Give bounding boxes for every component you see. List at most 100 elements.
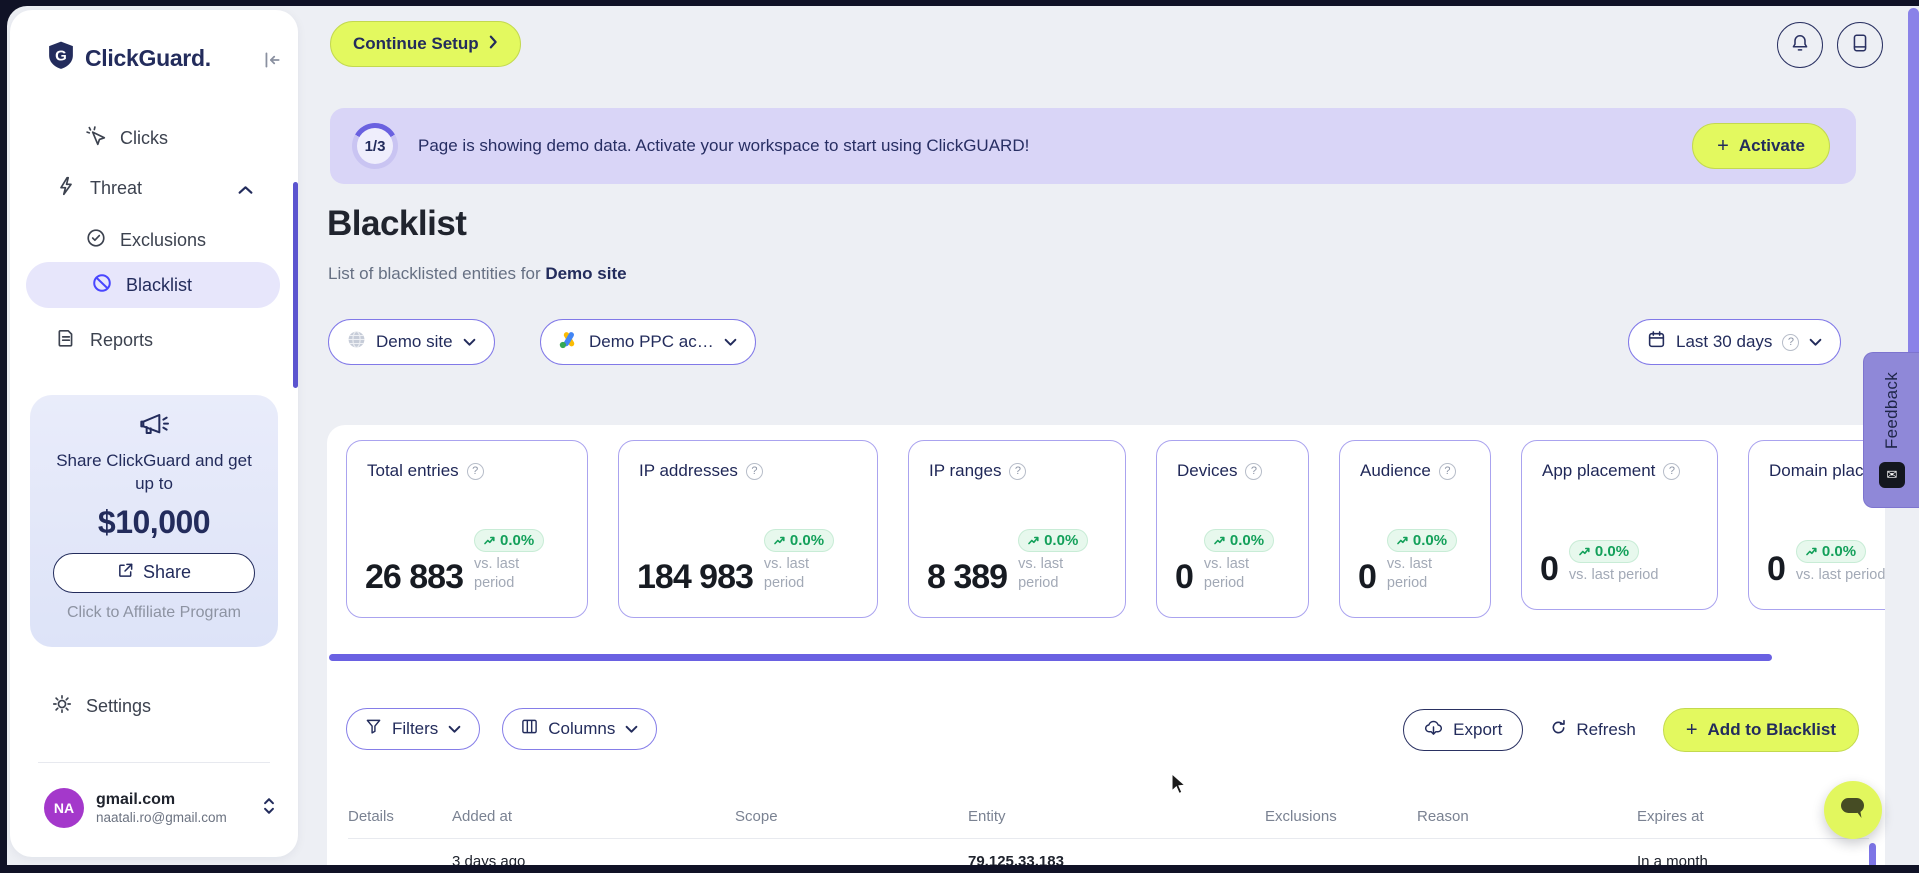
external-link-icon [117,562,134,584]
activate-button-label: Activate [1738,136,1805,155]
table-vertical-scrollbar[interactable] [1869,843,1876,865]
sidebar-item-blacklist[interactable]: Blacklist [26,262,280,308]
cards-horizontal-scrollbar[interactable] [329,654,1772,661]
continue-setup-button[interactable]: Continue Setup [330,21,521,67]
cell-entity: 79.125.33.183 [968,852,1064,866]
column-header-exclusions: Exclusions [1265,808,1337,825]
stat-value: 184 983 [637,558,754,597]
delta-value: 0.0% [789,532,825,550]
feedback-tab[interactable]: Feedback ✉ [1863,352,1919,508]
chevron-up-down-icon [262,797,276,820]
sidebar-item-reports[interactable]: Reports [56,328,153,353]
table-row[interactable]: 3 days ago 79.125.33.183 In a month [348,839,1869,866]
sidebar: G ClickGuard. Clicks Threat Exclusions B… [10,10,298,857]
chevron-down-icon [724,332,737,352]
chat-bubble-icon [1839,796,1867,825]
column-header-details: Details [348,808,394,825]
stat-label: Devices [1177,461,1238,480]
delta-note: vs. last period [1018,556,1064,592]
stat-card-total-entries: Total entries? 26 883 0.0% vs. last peri… [346,440,588,618]
stat-card-ip-ranges: IP ranges? 8 389 0.0% vs. last period [908,440,1126,618]
sidebar-item-exclusions[interactable]: Exclusions [86,228,206,253]
help-icon[interactable]: ? [745,462,763,480]
date-range-selector[interactable]: Last 30 days ? [1628,319,1842,365]
trend-up-icon [1806,547,1817,556]
ppc-account-selector[interactable]: Demo PPC ac… [540,319,756,365]
stat-card-ip-addresses: IP addresses? 184 983 0.0% vs. last peri… [618,440,878,618]
trend-up-icon [1397,537,1408,545]
sidebar-item-settings[interactable]: Settings [52,694,151,719]
blacklist-panel: Total entries? 26 883 0.0% vs. last peri… [327,425,1885,865]
workspace-switcher[interactable]: NA gmail.com naatali.ro@gmail.com [44,788,276,828]
plus-icon: + [1717,134,1729,157]
delta-badge: 0.0% [1018,529,1089,553]
help-icon[interactable]: ? [1438,462,1456,480]
sidebar-item-clicks[interactable]: Clicks [86,126,168,151]
refresh-button[interactable]: Refresh [1550,719,1636,741]
document-icon [56,328,76,353]
add-to-blacklist-label: Add to Blacklist [1707,720,1836,739]
add-to-blacklist-button[interactable]: + Add to Blacklist [1662,708,1859,752]
export-button[interactable]: Export [1403,709,1524,751]
stat-value: 0 [1540,550,1559,589]
promo-headline: Share ClickGuard and get up to [56,451,252,493]
delta-note: vs. last period [1568,567,1659,584]
column-header-scope: Scope [735,808,778,825]
stat-label: Audience [1360,461,1431,480]
help-icon[interactable]: ? [466,462,484,480]
docs-button[interactable] [1837,22,1883,68]
lightning-icon [56,176,76,201]
delta-value: 0.0% [1044,532,1079,550]
sidebar-item-label: Settings [86,696,152,716]
cell-expires-at: In a month [1637,852,1708,866]
workspace-name: gmail.com [96,791,176,808]
delta-badge: 0.0% [474,529,545,553]
ban-icon [92,273,112,298]
delta-value: 0.0% [1412,532,1448,550]
notifications-button[interactable] [1777,22,1823,68]
cursor-click-icon [86,126,106,151]
columns-label: Columns [548,719,616,738]
setup-progress-ring: 1/3 [352,123,398,169]
screen: G ClickGuard. Clicks Threat Exclusions B… [0,0,1919,873]
help-icon[interactable]: ? [1782,333,1800,351]
columns-icon [521,718,538,740]
site-selector[interactable]: Demo site [328,319,495,365]
feedback-tab-icon: ✉ [1879,461,1905,488]
chevron-right-icon [489,34,498,54]
table-header: Details Added at Scope Entity Exclusions… [348,795,1869,839]
promo-amount: $10,000 [97,503,211,540]
page-subtitle-site: Demo site [545,264,627,283]
help-icon[interactable]: ? [1663,462,1681,480]
columns-button[interactable]: Columns [502,708,658,750]
gear-icon [52,694,72,719]
stat-label: IP addresses [639,461,738,480]
trend-up-icon [484,537,495,545]
chat-widget-button[interactable] [1824,781,1882,839]
stat-card-audience: Audience? 0 0.0% vs. last period [1339,440,1491,618]
sidebar-item-label: Reports [90,330,154,350]
table-toolbar: Filters Columns Export Refresh + Add to … [346,708,1865,752]
help-icon[interactable]: ? [1245,462,1263,480]
stat-label: Total entries [367,461,459,480]
filters-label: Filters [392,719,439,738]
activate-button[interactable]: + Activate [1692,123,1830,169]
help-icon[interactable]: ? [1009,462,1027,480]
sidebar-divider [38,762,270,763]
stat-value: 0 [1767,550,1786,589]
sidebar-collapse-icon[interactable] [262,50,282,75]
refresh-icon [1550,719,1567,741]
megaphone-icon [138,414,170,443]
avatar: NA [44,788,84,828]
chevron-up-icon[interactable] [238,182,253,200]
sidebar-nav-scrollbar[interactable] [293,182,298,388]
funnel-icon [365,718,382,740]
logo[interactable]: G ClickGuard. [46,40,211,77]
sidebar-item-threat[interactable]: Threat [56,176,142,201]
share-button[interactable]: Share [53,552,255,593]
trend-up-icon [774,537,785,545]
filters-button[interactable]: Filters [346,708,481,750]
globe-icon [347,330,366,354]
stat-card-app-placement: App placement? 0 0.0% vs. last period [1521,440,1718,610]
delta-value: 0.0% [1229,532,1265,550]
